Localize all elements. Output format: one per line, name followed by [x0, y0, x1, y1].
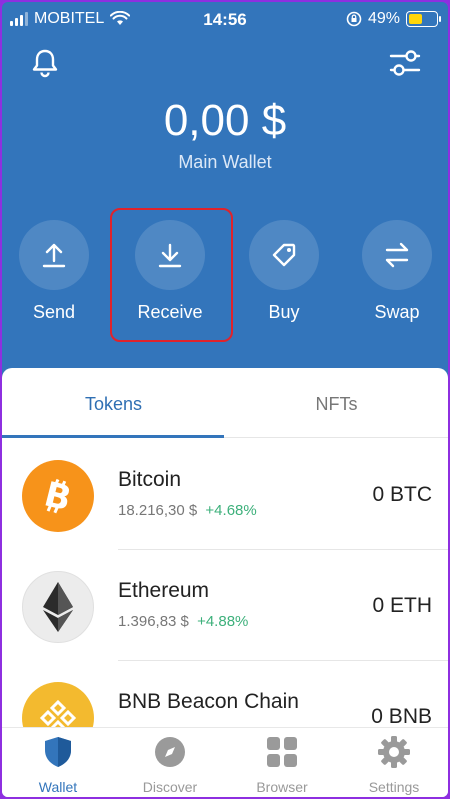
token-balance: 0 BNB — [371, 705, 432, 728]
app-screen: MOBITEL 14:56 49% 0,00 $ Main Wallet Sen… — [2, 2, 448, 797]
ethereum-logo-icon — [22, 571, 94, 643]
token-change: +4.68% — [205, 502, 257, 519]
tag-icon — [272, 243, 296, 267]
token-price-line: 18.216,30 $ +4.68% — [118, 502, 257, 519]
asset-tabs: Tokens NFTs — [2, 368, 448, 438]
bell-icon[interactable] — [28, 46, 62, 80]
total-balance: 0,00 $ — [163, 96, 287, 145]
status-bar: MOBITEL 14:56 49% — [2, 2, 448, 38]
tab-tokens[interactable]: Tokens — [2, 368, 225, 438]
token-balance: 0 BTC — [372, 483, 432, 506]
send-label: Send — [32, 302, 76, 322]
upload-icon — [42, 243, 66, 268]
swap-circle — [362, 220, 432, 290]
token-name: Ethereum — [118, 579, 210, 602]
swap-label: Swap — [374, 302, 420, 322]
token-price: 18.216,30 $ — [118, 502, 198, 519]
battery-percent: 49% — [367, 10, 400, 27]
wallet-name[interactable]: Main Wallet — [2, 152, 448, 173]
bottom-nav: Wallet Discover Browser Settings — [2, 727, 448, 797]
swap-button[interactable]: Swap — [347, 220, 447, 323]
gear-icon — [378, 736, 410, 768]
token-row-ethereum[interactable]: Ethereum 1.396,83 $ +4.88% 0 ETH — [2, 550, 448, 661]
nav-settings[interactable]: Settings — [338, 736, 448, 795]
shield-icon — [45, 737, 71, 767]
nav-wallet-label: Wallet — [38, 779, 78, 795]
nav-settings-label: Settings — [368, 779, 420, 795]
swap-arrows-icon — [385, 242, 409, 268]
token-balance: 0 ETH — [372, 594, 432, 617]
buy-button[interactable]: Buy — [234, 220, 334, 323]
battery-icon — [406, 11, 441, 27]
token-name: Bitcoin — [118, 468, 182, 491]
send-circle — [19, 220, 89, 290]
nav-browser-label: Browser — [256, 779, 308, 795]
receive-highlight-box — [110, 208, 233, 342]
status-right: 49% — [346, 10, 441, 28]
ethereum-diamond-icon — [43, 582, 73, 632]
send-button[interactable]: Send — [4, 220, 104, 323]
token-change: +4.88% — [197, 613, 249, 630]
buy-label: Buy — [268, 302, 300, 322]
sliders-icon[interactable] — [388, 46, 422, 80]
nav-discover[interactable]: Discover — [114, 736, 226, 795]
nav-discover-label: Discover — [142, 779, 198, 795]
token-price-line: 1.396,83 $ +4.88% — [118, 613, 248, 630]
token-row-bitcoin[interactable]: B Bitcoin 18.216,30 $ +4.68% 0 BTC — [2, 439, 448, 550]
tab-nfts[interactable]: NFTs — [225, 368, 448, 438]
bitcoin-logo-icon: B — [22, 460, 94, 532]
token-price: 1.396,83 $ — [118, 613, 189, 630]
token-name: BNB Beacon Chain — [118, 690, 299, 713]
compass-icon — [155, 737, 185, 767]
active-tab-indicator — [2, 435, 224, 438]
nav-wallet[interactable]: Wallet — [2, 736, 114, 795]
grid-icon — [267, 737, 297, 767]
battery-level — [409, 14, 422, 24]
nav-browser[interactable]: Browser — [226, 736, 338, 795]
buy-circle — [249, 220, 319, 290]
rotation-lock-icon — [346, 11, 362, 27]
bitcoin-symbol-icon: B — [40, 474, 75, 518]
